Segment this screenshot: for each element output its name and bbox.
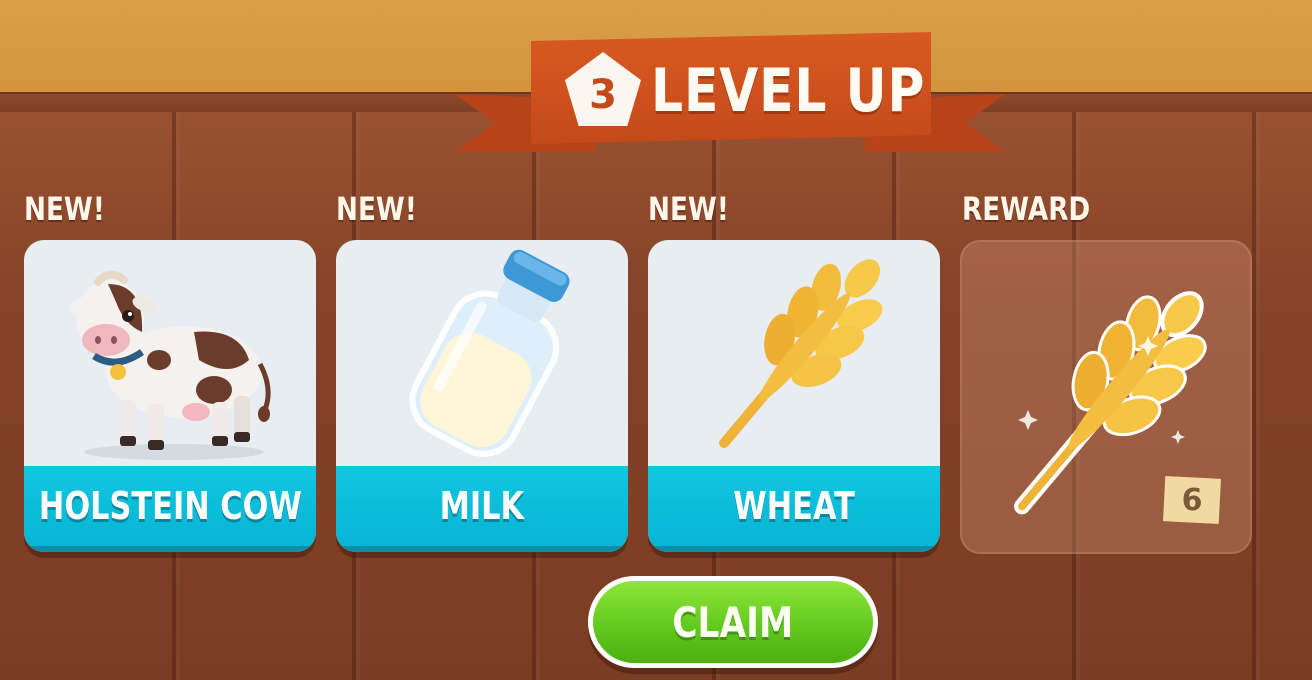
new-label-cow: NEW! [24,190,105,228]
cow-icon [68,270,271,460]
claim-button[interactable]: CLAIM [588,576,878,668]
card-name: MILK [439,484,525,528]
new-label-wheat: NEW! [648,190,729,228]
milk-bottle-icon [409,249,570,457]
card-name: HOLSTEIN COW [38,484,302,528]
claim-label: CLAIM [672,597,794,647]
level-number: 3 [589,72,617,118]
unlock-card-wheat[interactable]: WHEAT [648,240,940,552]
claim-button-face: CLAIM [593,581,873,663]
card-name-strip: MILK [336,466,628,552]
unlock-card-milk[interactable]: MILK [336,240,628,552]
reward-quantity: 6 [1181,482,1203,518]
wheat-icon [719,259,883,449]
banner-title: LEVEL UP [651,56,926,126]
card-name: WHEAT [733,484,855,528]
unlock-card-holstein-cow[interactable]: HOLSTEIN COW [24,240,316,552]
card-name-strip: HOLSTEIN COW [24,466,316,552]
new-label-milk: NEW! [336,190,417,228]
reward-quantity-badge: 6 [1163,476,1221,524]
reward-label: REWARD [962,190,1091,228]
card-name-strip: WHEAT [648,466,940,552]
level-up-banner: 3 LEVEL UP [455,32,1005,166]
